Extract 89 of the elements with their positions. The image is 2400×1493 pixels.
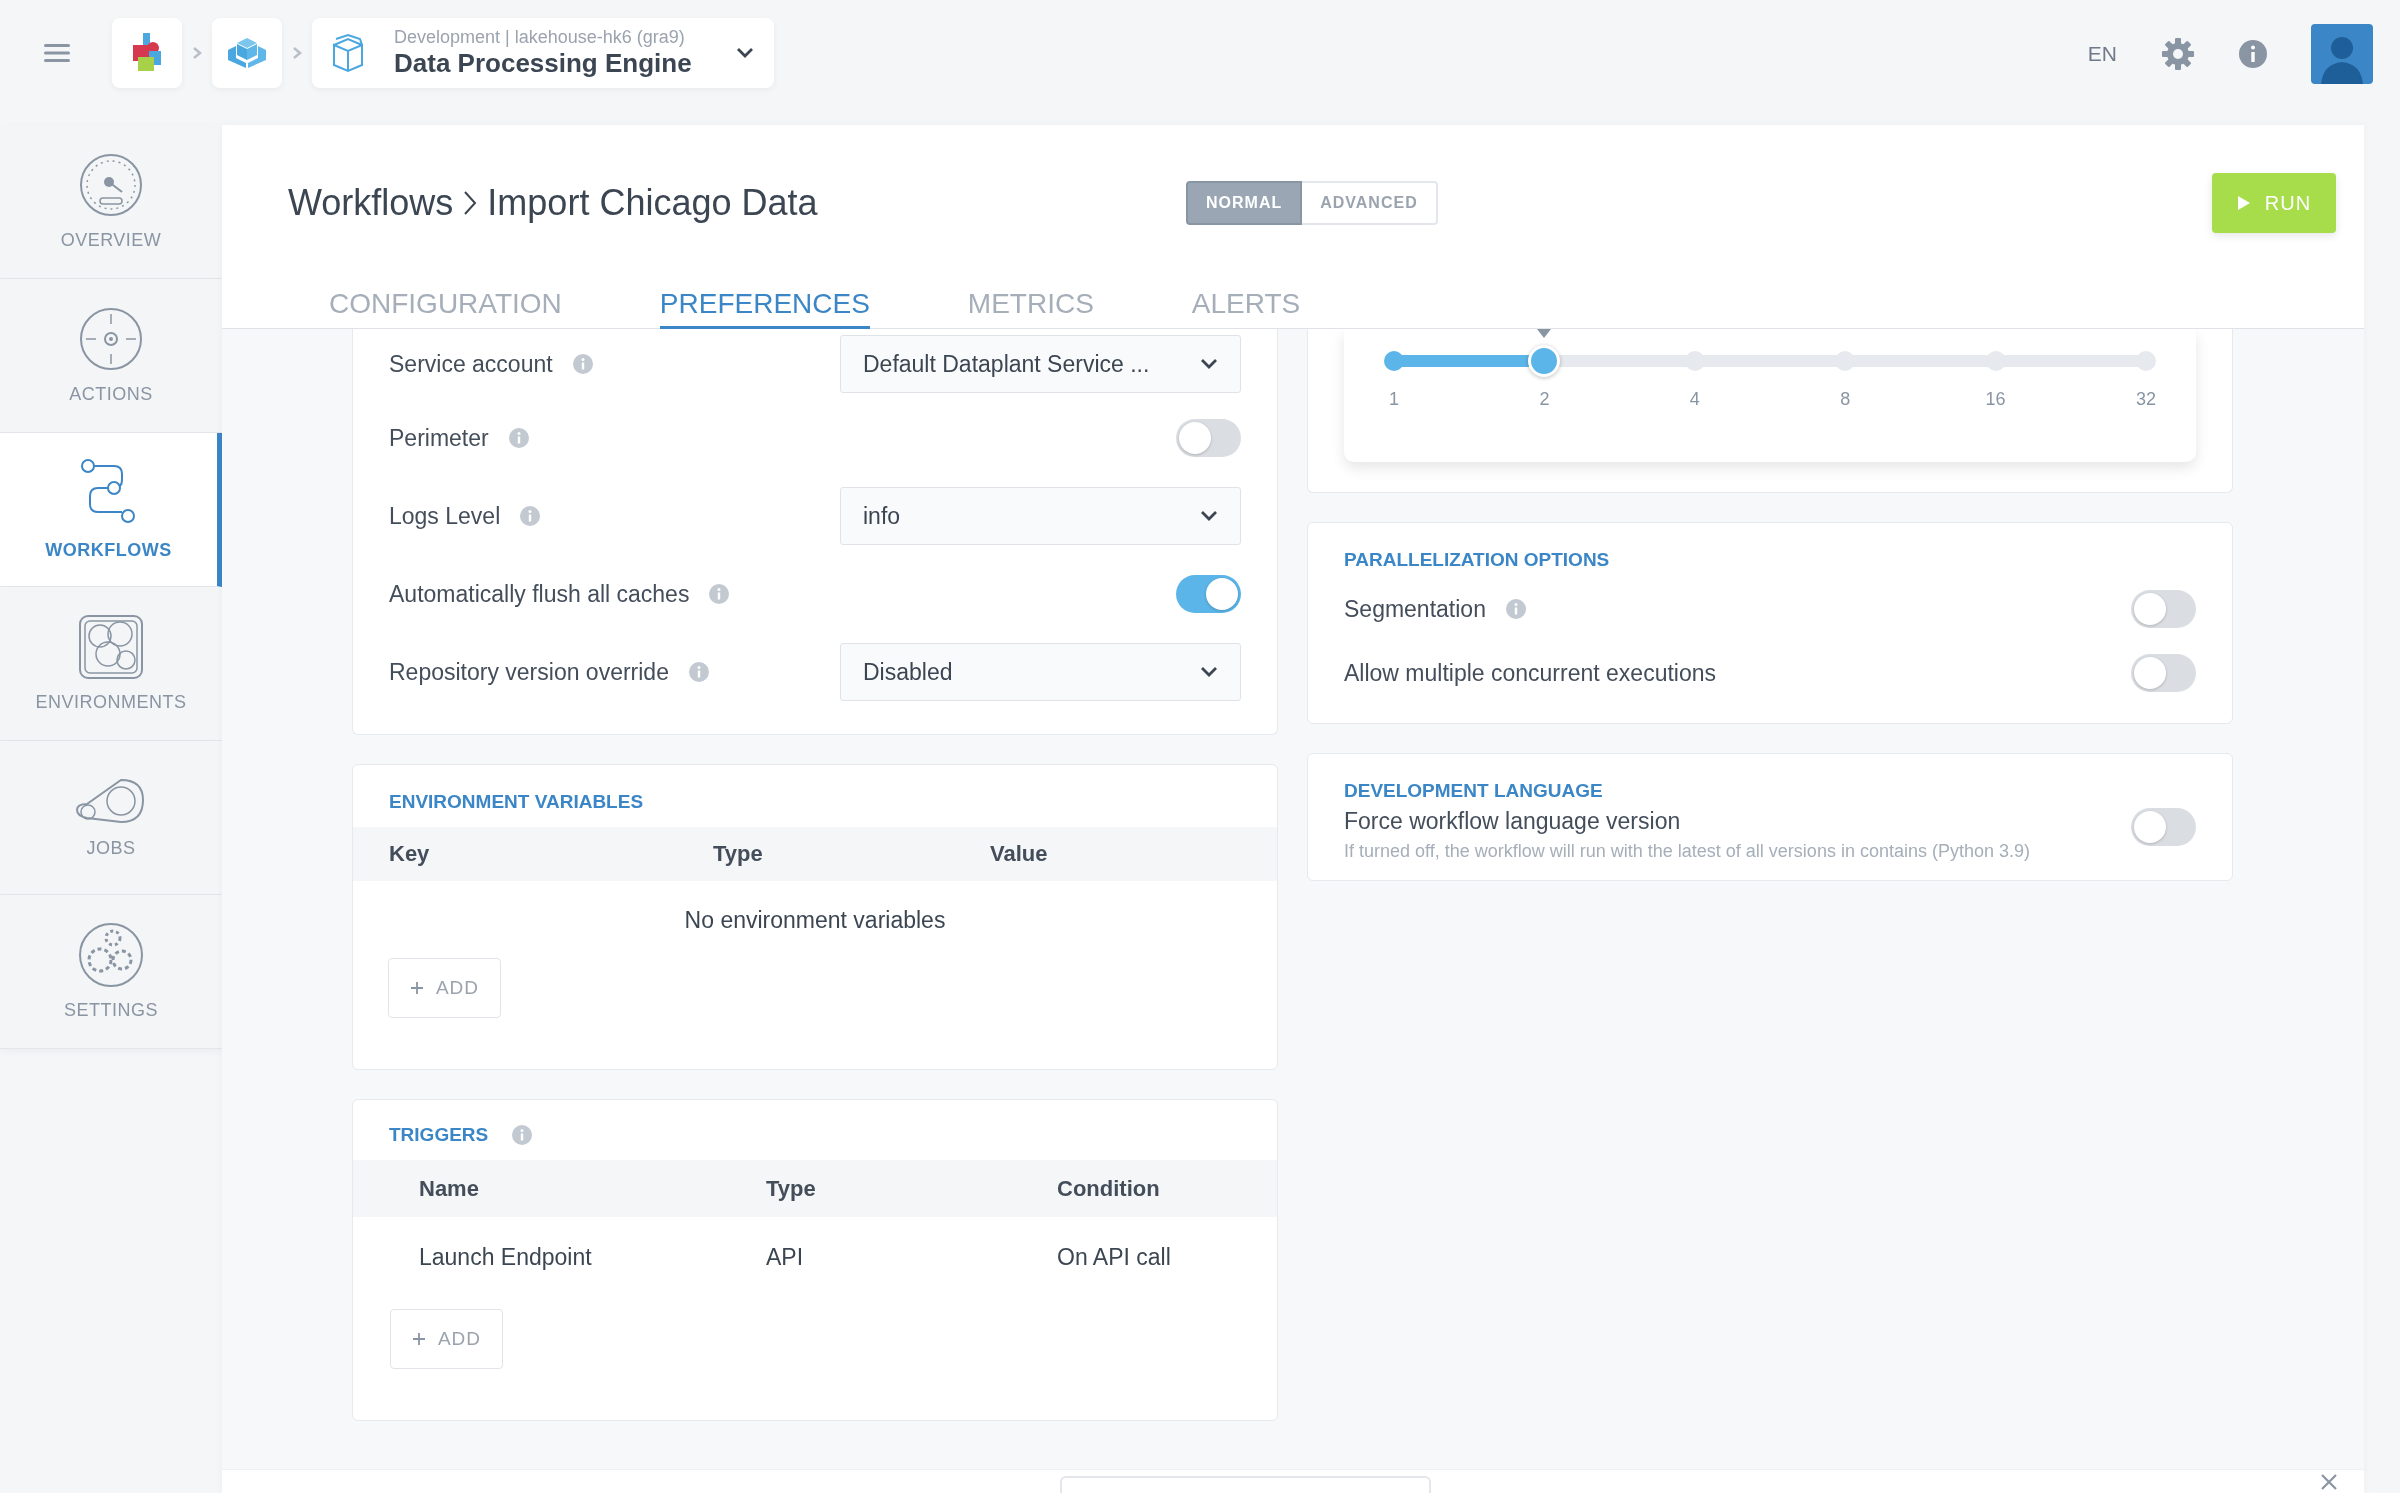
slider-step[interactable] [2136,351,2156,371]
settings-icon[interactable] [2161,37,2195,71]
gauge-icon [78,152,144,218]
tick-label: 4 [1689,389,1700,410]
tick-label: 32 [2136,389,2156,410]
sidebar-item[interactable]: JOBS [0,741,222,895]
chevron-icon [463,190,478,216]
crosshair-icon [78,306,144,372]
option-hint: If turned off, the workflow will run with the latest of all versions in contains (Python 3.9) [1344,841,2030,862]
toggle-switch[interactable] [2131,654,2196,692]
info-icon[interactable] [512,1125,533,1145]
info-icon[interactable] [520,506,541,526]
tab[interactable]: METRICS [967,288,1094,329]
tick-label: 2 [1539,389,1550,410]
column-header: Condition [1057,1175,1160,1202]
toggle-switch[interactable] [2131,808,2196,846]
environment-selector[interactable]: Development | lakehouse-hk6 (gra9) Data Processing Engine [312,18,774,88]
project-button[interactable] [212,18,282,88]
plus-icon [411,1332,426,1346]
table-cell: On API call [1057,1243,1171,1271]
caret-icon [1200,510,1218,522]
play-icon [2236,195,2251,211]
option-label: Segmentation [1344,595,1486,623]
sidebar-item[interactable]: ENVIRONMENTS [0,587,222,741]
cubes-icon [226,36,268,70]
setting-label: Repository version override [389,658,669,686]
setting-label: Logs Level [389,502,501,530]
add-button[interactable]: ADD [388,958,501,1018]
tab[interactable]: ALERTS [1191,288,1301,329]
menu-icon[interactable] [44,43,70,63]
caret-icon [1200,358,1218,370]
section-title: PARALLELIZATION OPTIONS [1344,549,1611,571]
chain-drive-icon [75,776,147,826]
info-icon[interactable] [2239,40,2267,68]
page-title: Import Chicago Data [487,182,818,224]
mode-button[interactable]: NORMAL [1186,181,1303,225]
setting-label: Automatically flush all caches [389,580,690,608]
sidebar-item[interactable]: OVERVIEW [0,125,222,279]
avatar[interactable] [2311,24,2373,84]
organization-button[interactable] [112,18,182,88]
tick-label: 8 [1840,389,1851,410]
sidebar-item[interactable]: WORKFLOWS [0,433,222,587]
tick-label: 16 [1985,389,2006,410]
tick-label: 1 [1389,389,1399,410]
column-header: Key [389,841,431,867]
tab[interactable]: CONFIGURATION [329,288,562,329]
option-label: Force workflow language version [1344,808,1681,835]
gears-icon [78,922,144,988]
bubbles-icon [78,614,144,680]
caret-icon [736,47,754,59]
info-icon[interactable] [508,428,529,448]
chevron-icon [292,46,302,60]
info-icon[interactable] [688,662,709,682]
mode-button[interactable]: ADVANCED [1302,181,1438,225]
section-title: TRIGGERS [389,1124,489,1146]
box-icon [330,33,366,73]
caret-icon [1200,666,1218,678]
run-button[interactable]: RUN [2212,173,2336,233]
section-title: DEVELOPMENT LANGUAGE [1344,780,1604,802]
plus-icon [409,981,424,995]
column-header: Type [713,841,764,867]
table-cell-text: Launch Endpoint [419,1243,593,1271]
setting-label: Perimeter [389,424,489,452]
option-label: Allow multiple concurrent executions [1344,659,1716,687]
column-header: Type [766,1175,817,1202]
slider-thumb[interactable] [1528,345,1561,377]
info-icon[interactable] [1505,599,1526,619]
toggle-switch[interactable] [1176,575,1241,613]
setting-label: Service account [389,350,553,378]
column-header: Value [990,841,1048,867]
breadcrumb-link[interactable]: Workflows [288,182,454,224]
select-field[interactable]: Disabled [840,643,1241,701]
info-icon[interactable] [572,354,593,374]
empty-message: No environment variables [683,907,947,934]
column-header: Name [419,1175,480,1202]
language-code[interactable]: EN [2087,42,2117,66]
marker-icon [1537,329,1552,338]
add-button[interactable]: ADD [390,1309,503,1369]
select-field[interactable]: info [840,487,1241,545]
sidebar-item[interactable]: ACTIONS [0,279,222,433]
info-icon[interactable] [709,584,730,604]
sidebar-item[interactable]: SETTINGS [0,895,222,1049]
toggle-switch[interactable] [2131,590,2196,628]
section-title: ENVIRONMENT VARIABLES [388,791,645,813]
close-icon[interactable] [2320,1473,2338,1491]
table-cell-text: API [766,1243,805,1271]
toggle-switch[interactable] [1176,419,1241,457]
chevron-icon [192,46,202,60]
select-field[interactable]: Default Dataplant Service ... [840,335,1241,393]
